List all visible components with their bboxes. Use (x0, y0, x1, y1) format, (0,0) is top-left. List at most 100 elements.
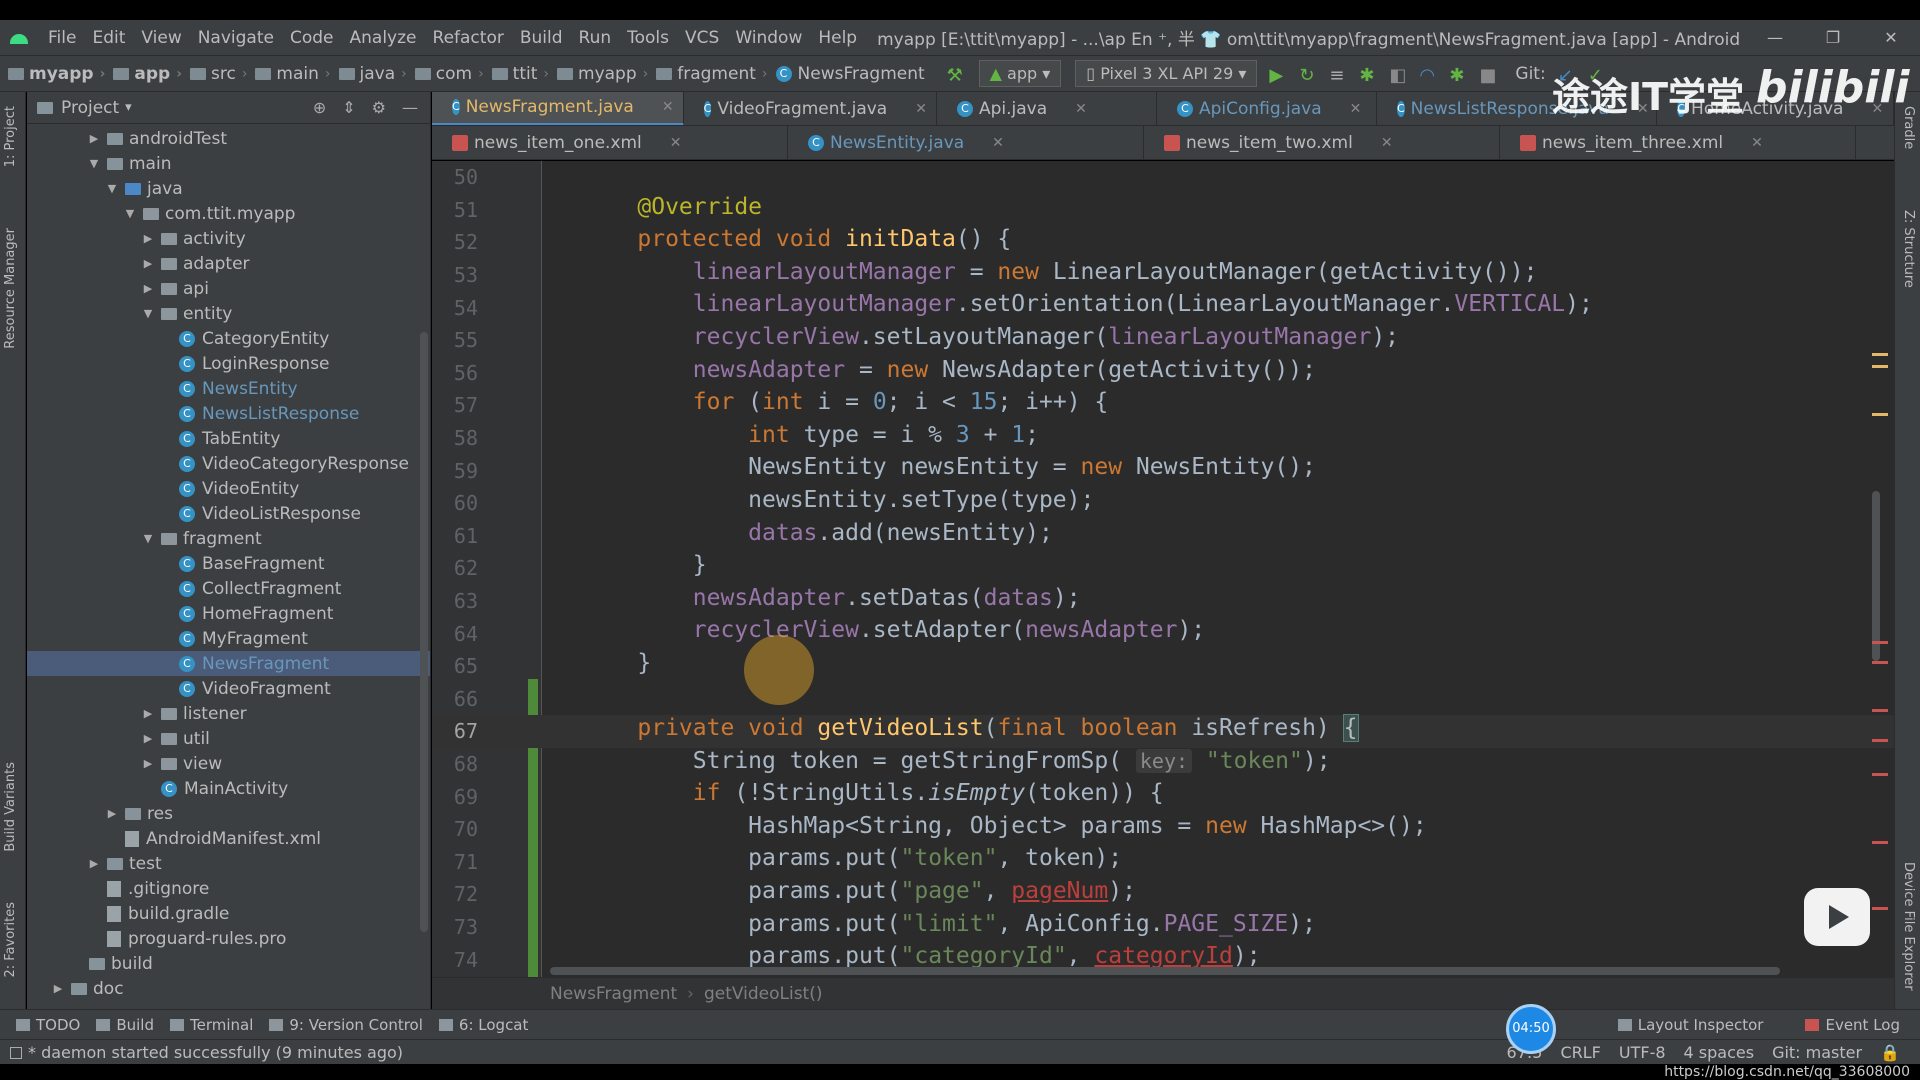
collapsed-arrow-icon[interactable]: ▶ (141, 257, 155, 270)
tab-build-variants[interactable]: Build Variants (3, 762, 18, 852)
run-icon[interactable]: ▶ (1269, 65, 1287, 86)
play-icon[interactable] (1804, 888, 1870, 946)
tree-folder-item[interactable]: ▼ com.ttit.myapp (27, 201, 430, 226)
indent-setting[interactable]: 4 spaces (1684, 1043, 1755, 1062)
menu-item-build[interactable]: Build (512, 28, 571, 48)
tree-class-item[interactable]: C VideoCategoryResponse (27, 451, 430, 476)
tree-class-item[interactable]: C VideoEntity (27, 476, 430, 501)
editor-tab[interactable]: C NewsFragment.java ✕ (432, 92, 684, 125)
close-icon[interactable]: ✕ (915, 101, 927, 117)
tree-folder-item[interactable]: ▶ test (27, 851, 430, 876)
menu-item-window[interactable]: Window (727, 28, 810, 48)
breadcrumb-item[interactable]: fragment › (648, 64, 768, 84)
tree-folder-item[interactable]: AndroidManifest.xml (27, 826, 430, 851)
tree-class-item[interactable]: C BaseFragment (27, 551, 430, 576)
collapsed-arrow-icon[interactable]: ▶ (51, 982, 65, 995)
tree-folder-item[interactable]: ▶ api (27, 276, 430, 301)
tree-folder-item[interactable]: ▼ main (27, 151, 430, 176)
tree-class-item[interactable]: C VideoFragment (27, 676, 430, 701)
breadcrumb-item[interactable]: myapp › (0, 64, 105, 84)
tree-folder-item[interactable]: ▶ androidTest (27, 126, 430, 151)
tree-class-item[interactable]: C CollectFragment (27, 576, 430, 601)
tool-build[interactable]: Build (96, 1016, 154, 1034)
menu-item-view[interactable]: View (133, 28, 189, 48)
tree-folder-item[interactable]: ▶ util (27, 726, 430, 751)
tree-folder-item[interactable]: build.gradle (27, 901, 430, 926)
collapsed-arrow-icon[interactable]: ▶ (141, 707, 155, 720)
code-editor[interactable]: 50 51 @Override 52 protected void initData… (432, 161, 1894, 977)
gear-icon[interactable]: ⚙ (372, 98, 386, 117)
editor-tab[interactable]: news_item_two.xml ✕ (1144, 126, 1500, 159)
editor-tab[interactable]: C Api.java ✕ (937, 92, 1157, 125)
git-branch[interactable]: Git: master (1772, 1043, 1862, 1062)
collapsed-arrow-icon[interactable]: ▶ (141, 282, 155, 295)
expanded-arrow-icon[interactable]: ▼ (105, 182, 119, 195)
collapsed-arrow-icon[interactable]: ▶ (141, 757, 155, 770)
tool-logcat[interactable]: 6: Logcat (438, 1016, 528, 1034)
tree-class-item[interactable]: C HomeFragment (27, 601, 430, 626)
menu-item-analyze[interactable]: Analyze (342, 28, 425, 48)
locate-icon[interactable]: ⊕ (313, 98, 326, 117)
breadcrumb-item[interactable]: java › (331, 64, 407, 84)
tree-folder-item[interactable]: proguard-rules.pro (27, 926, 430, 951)
editor-tab[interactable]: C NewsEntity.java ✕ (788, 126, 1144, 159)
tree-class-item[interactable]: C LoginResponse (27, 351, 430, 376)
tree-folder-item[interactable]: .gitignore (27, 876, 430, 901)
tree-folder-item[interactable]: ▶ adapter (27, 251, 430, 276)
collapsed-arrow-icon[interactable]: ▶ (141, 232, 155, 245)
breadcrumb-file[interactable]: C NewsFragment (768, 64, 925, 84)
collapsed-arrow-icon[interactable]: ▶ (87, 857, 101, 870)
tree-class-item[interactable]: C MyFragment (27, 626, 430, 651)
close-icon[interactable]: ✕ (1075, 101, 1087, 117)
hammer-icon[interactable]: ⚒ (947, 65, 965, 86)
tree-class-item[interactable]: C CategoryEntity (27, 326, 430, 351)
tab-favorites[interactable]: 2: Favorites (3, 902, 18, 978)
tab-project[interactable]: 1: Project (3, 106, 18, 167)
menu-item-refactor[interactable]: Refactor (425, 28, 512, 48)
close-icon[interactable]: ✕ (1862, 28, 1920, 47)
coverage-icon[interactable]: ✱ (1449, 65, 1467, 86)
tree-folder-item[interactable]: ▼ java (27, 176, 430, 201)
menu-item-file[interactable]: File (40, 28, 84, 48)
close-icon[interactable]: ✕ (670, 135, 682, 151)
run-config-select[interactable]: ▲ app ▾ (978, 60, 1062, 87)
tree-folder-item[interactable]: ▼ fragment (27, 526, 430, 551)
profile-icon[interactable]: ◠ (1419, 65, 1437, 86)
minimize-icon[interactable]: — (1746, 28, 1804, 47)
tree-class-item[interactable]: C MainActivity (27, 776, 430, 801)
menu-item-code[interactable]: Code (282, 28, 342, 48)
expanded-arrow-icon[interactable]: ▼ (141, 532, 155, 545)
expanded-arrow-icon[interactable]: ▼ (141, 307, 155, 320)
editor-breadcrumb-method[interactable]: getVideoList() (704, 984, 823, 1004)
tree-class-item[interactable]: C NewsFragment (27, 651, 430, 676)
hide-icon[interactable]: — (402, 98, 418, 117)
tool-event-log[interactable]: Event Log (1805, 1016, 1900, 1034)
tree-class-item[interactable]: C NewsListResponse (27, 401, 430, 426)
editor-breadcrumb-class[interactable]: NewsFragment (550, 984, 677, 1004)
expanded-arrow-icon[interactable]: ▼ (87, 157, 101, 170)
toggle-tool-windows-icon[interactable] (10, 1046, 22, 1059)
breadcrumb-item[interactable]: src › (182, 64, 247, 84)
editor-tab[interactable]: news_item_one.xml ✕ (432, 126, 788, 159)
menu-item-help[interactable]: Help (810, 28, 865, 48)
collapse-all-icon[interactable]: ⇕ (342, 98, 355, 117)
tree-class-item[interactable]: C VideoListResponse (27, 501, 430, 526)
editor-horizontal-scrollbar[interactable] (550, 967, 1780, 975)
collapsed-arrow-icon[interactable]: ▶ (105, 807, 119, 820)
tree-folder-item[interactable]: ▶ activity (27, 226, 430, 251)
editor-tab[interactable]: C ApiConfig.java ✕ (1157, 92, 1377, 125)
close-icon[interactable]: ✕ (1751, 135, 1763, 151)
close-icon[interactable]: ✕ (1350, 101, 1362, 117)
restore-icon[interactable]: ❐ (1804, 28, 1862, 47)
chevron-down-icon[interactable]: ▾ (125, 100, 132, 115)
file-encoding[interactable]: UTF-8 (1619, 1043, 1666, 1062)
apply-code-icon[interactable]: ≡ (1329, 65, 1347, 86)
menu-item-run[interactable]: Run (571, 28, 620, 48)
line-separator[interactable]: CRLF (1560, 1043, 1600, 1062)
tool-version-control[interactable]: 9: Version Control (269, 1016, 423, 1034)
breadcrumb-item[interactable]: main › (247, 64, 331, 84)
close-icon[interactable]: ✕ (992, 135, 1004, 151)
debug-icon[interactable]: ✱ (1359, 65, 1377, 86)
editor-tab[interactable]: C VideoFragment.java ✕ (684, 92, 937, 125)
tree-folder-item[interactable]: ▶ view (27, 751, 430, 776)
